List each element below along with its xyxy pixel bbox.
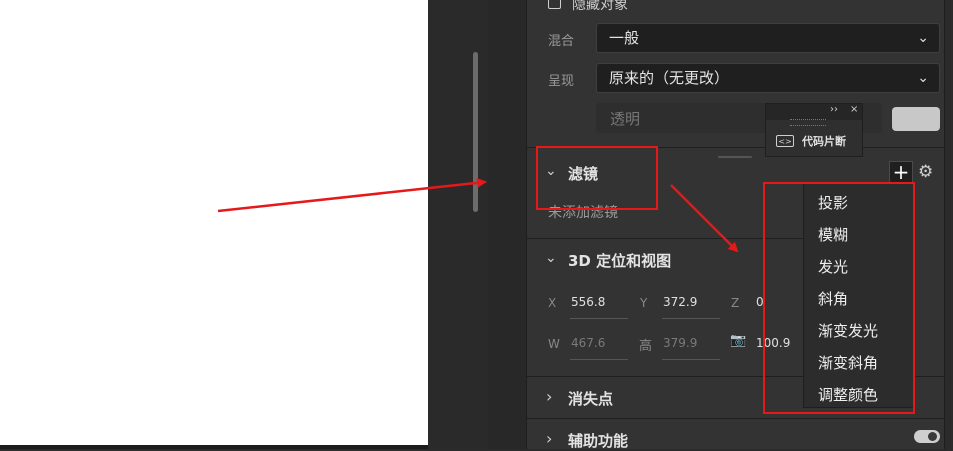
annotation-arrows (217, 177, 739, 253)
annotation-arrow-to-menu (670, 184, 739, 253)
annotation-arrow-to-filters (217, 177, 487, 213)
